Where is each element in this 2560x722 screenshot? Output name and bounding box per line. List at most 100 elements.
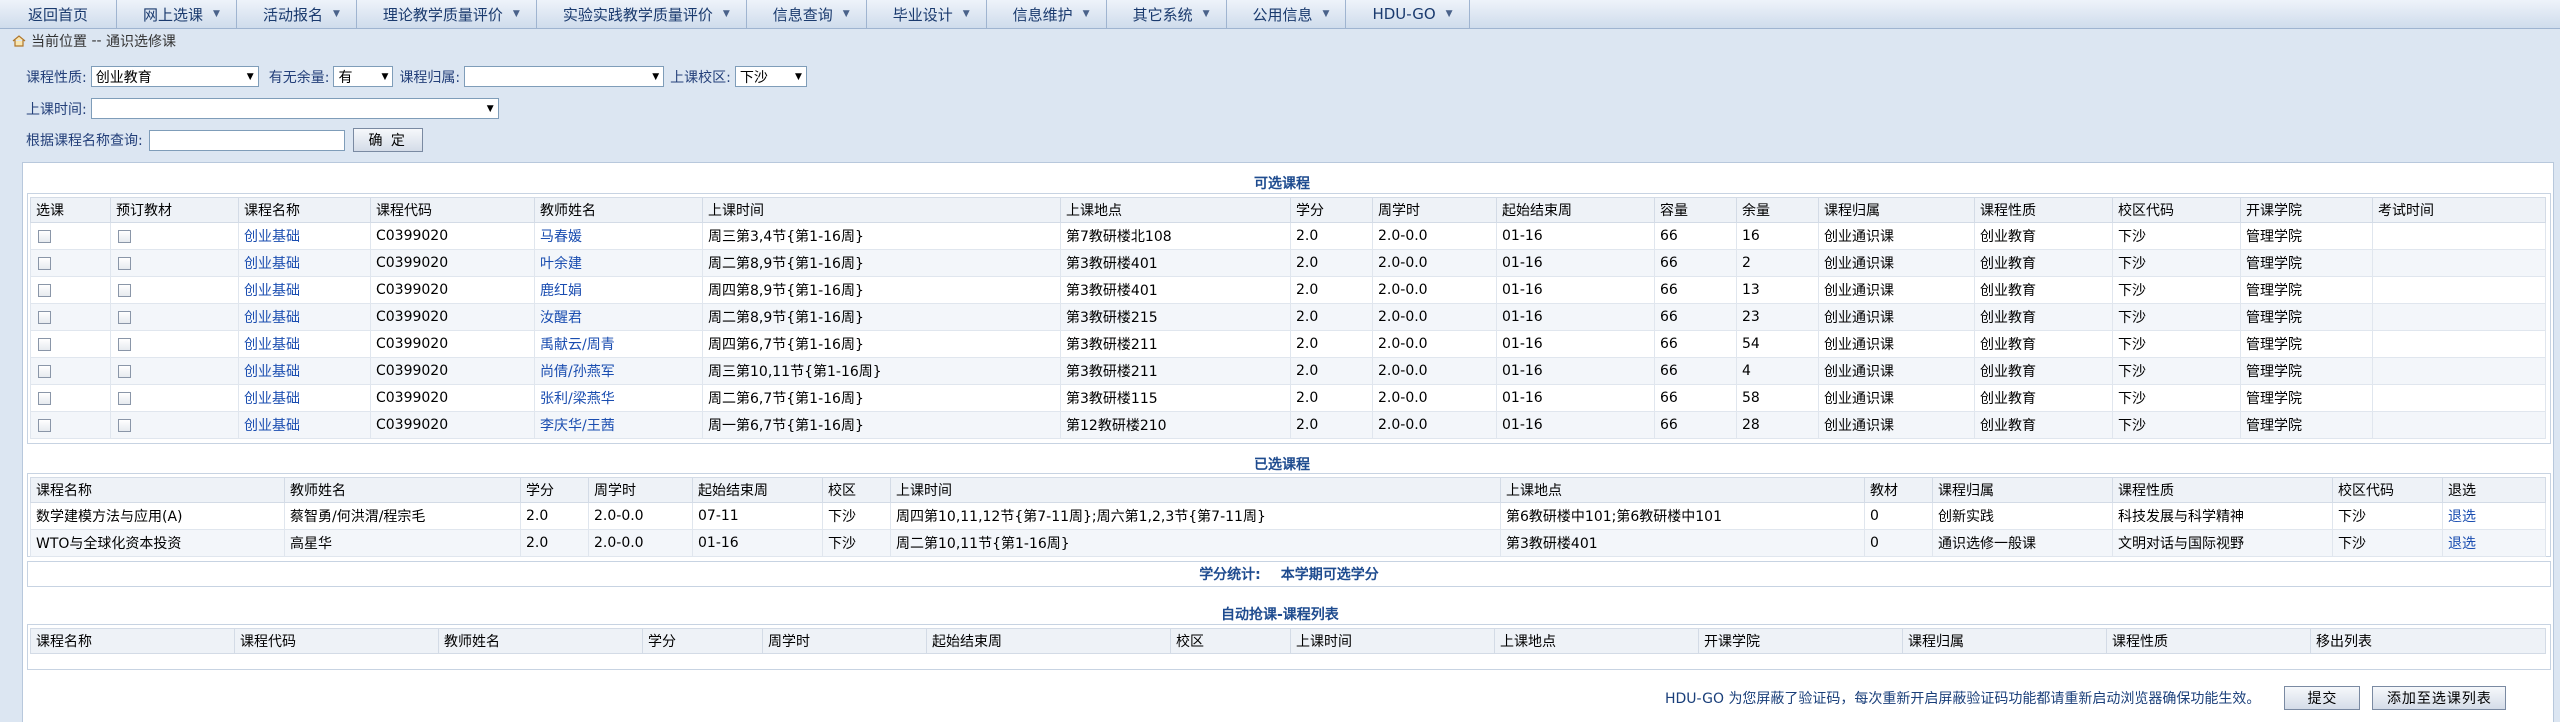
column-header: 课程名称	[30, 477, 285, 503]
chevron-down-icon: ▼	[213, 9, 220, 19]
order-textbook-checkbox[interactable]	[118, 418, 131, 432]
nav-item[interactable]: 信息查询 ▼	[747, 0, 867, 28]
teacher-link[interactable]: 禹献云/周青	[540, 337, 615, 353]
table-cell	[2372, 357, 2546, 385]
select-course-checkbox[interactable]	[38, 229, 51, 243]
table-cell: 66	[1654, 303, 1737, 331]
nav-item[interactable]: 返回首页	[0, 0, 118, 28]
drop-course-link[interactable]: 退选	[2448, 509, 2476, 525]
table-cell: 创新实践	[1932, 502, 2113, 530]
order-textbook-checkbox[interactable]	[118, 364, 131, 378]
nav-item[interactable]: 网上选课 ▼	[117, 0, 237, 28]
table-cell: C0399020	[370, 411, 535, 439]
teacher-link[interactable]: 叶余建	[540, 256, 582, 272]
campus-select[interactable]: 下沙 ▼	[734, 66, 807, 87]
table-cell: 管理学院	[2240, 249, 2373, 277]
order-textbook-checkbox[interactable]	[118, 283, 131, 297]
nav-item[interactable]: HDU-GO ▼	[1346, 0, 1470, 28]
column-header: 开课学院	[2240, 197, 2373, 223]
nav-label: 信息维护	[1012, 5, 1073, 24]
teacher-link[interactable]: 张利/梁燕华	[540, 391, 615, 407]
column-header: 容量	[1654, 197, 1737, 223]
select-course-checkbox[interactable]	[38, 283, 51, 297]
course-nature-label: 课程性质:	[26, 69, 87, 86]
column-header: 起始结束周	[692, 477, 823, 503]
course-name-link[interactable]: 创业基础	[244, 418, 300, 434]
table-cell: 高星华	[284, 529, 521, 557]
table-cell: 01-16	[1496, 303, 1655, 331]
nav-item[interactable]: 活动报名 ▼	[237, 0, 357, 28]
nav-item[interactable]: 信息维护 ▼	[987, 0, 1107, 28]
table-cell: 07-11	[692, 502, 823, 530]
drop-course-link[interactable]: 退选	[2448, 536, 2476, 552]
select-course-checkbox[interactable]	[38, 418, 51, 432]
course-name-link[interactable]: 创业基础	[244, 391, 300, 407]
course-nature-select[interactable]: 创业教育 ▼	[90, 66, 259, 87]
order-textbook-checkbox[interactable]	[118, 256, 131, 270]
nav-item[interactable]: 实验实践教学质量评价 ▼	[537, 0, 747, 28]
table-cell	[110, 249, 239, 277]
course-name-link[interactable]: 创业基础	[244, 256, 300, 272]
course-name-link[interactable]: 创业基础	[244, 310, 300, 326]
column-header: 课程代码	[234, 628, 439, 654]
column-header: 校区	[1170, 628, 1291, 654]
table-cell: 马春媛	[534, 222, 703, 250]
order-textbook-checkbox[interactable]	[118, 391, 131, 405]
teacher-link[interactable]: 汝醒君	[540, 310, 582, 326]
course-name-link[interactable]: 创业基础	[244, 229, 300, 245]
teacher-link[interactable]: 李庆华/王茜	[540, 418, 615, 434]
course-name-link[interactable]: 创业基础	[244, 364, 300, 380]
table-cell	[110, 411, 239, 439]
order-textbook-checkbox[interactable]	[118, 310, 131, 324]
table-cell: 叶余建	[534, 249, 703, 277]
table-cell: 创业基础	[238, 249, 371, 277]
table-cell: 2.0-0.0	[1372, 276, 1497, 304]
table-cell: 尚倩/孙燕军	[534, 357, 703, 385]
order-textbook-checkbox[interactable]	[118, 229, 131, 243]
teacher-link[interactable]: 尚倩/孙燕军	[540, 364, 615, 380]
table-cell	[2372, 411, 2546, 439]
order-textbook-checkbox[interactable]	[118, 337, 131, 351]
table-cell: 创业基础	[238, 276, 371, 304]
time-select[interactable]: ▼	[90, 98, 499, 119]
course-name-link[interactable]: 创业基础	[244, 337, 300, 353]
select-course-checkbox[interactable]	[38, 310, 51, 324]
table-row: 创业基础 C0399020 尚倩/孙燕军 周三第10,11节{第1-16周} 第3教研楼…	[30, 357, 2546, 385]
select-course-checkbox[interactable]	[38, 364, 51, 378]
table-cell	[30, 357, 111, 385]
table-cell	[110, 384, 239, 412]
column-header: 教师姓名	[284, 477, 521, 503]
confirm-button[interactable]: 确 定	[352, 128, 423, 152]
table-cell	[110, 303, 239, 331]
nav-item[interactable]: 公用信息 ▼	[1227, 0, 1347, 28]
table-cell: 管理学院	[2240, 303, 2373, 331]
column-header: 教师姓名	[534, 197, 703, 223]
submit-button[interactable]: 提交	[2284, 686, 2361, 710]
nav-item[interactable]: 理论教学质量评价 ▼	[357, 0, 537, 28]
teacher-link[interactable]: 鹿红娟	[540, 283, 582, 299]
select-course-checkbox[interactable]	[38, 391, 51, 405]
remaining-select[interactable]: 有 ▼	[333, 66, 394, 87]
category-select[interactable]: ▼	[464, 66, 665, 87]
table-cell: 创业基础	[238, 222, 371, 250]
table-cell: 2.0-0.0	[1372, 303, 1497, 331]
table-cell: 创业教育	[1974, 384, 2113, 412]
table-cell: 66	[1654, 357, 1737, 385]
table-cell	[30, 384, 111, 412]
table-row: 创业基础 C0399020 汝醒君 周二第8,9节{第1-16周} 第3教研楼215 2.…	[30, 303, 2546, 331]
table-cell: 0	[1864, 529, 1933, 557]
select-course-checkbox[interactable]	[38, 256, 51, 270]
course-name-input[interactable]	[148, 129, 345, 151]
teacher-link[interactable]: 马春媛	[540, 229, 582, 245]
course-name-link[interactable]: 创业基础	[244, 283, 300, 299]
nav-item[interactable]: 毕业设计 ▼	[867, 0, 987, 28]
table-cell: 创业通识课	[1818, 357, 1975, 385]
footer-bar: HDU-GO 为您屏蔽了验证码，每次重新开启屏蔽验证码功能都请重新启动浏览器确保…	[1665, 686, 2507, 710]
add-to-list-button[interactable]: 添加至选课列表	[2372, 686, 2507, 710]
table-row: WTO与全球化资本投资 高星华 2.0 2.0-0.0 01-16 下沙 周二第10,11节…	[30, 529, 2546, 557]
table-cell: 创业基础	[238, 303, 371, 331]
nav-item[interactable]: 其它系统 ▼	[1107, 0, 1227, 28]
table-cell: 下沙	[2112, 357, 2241, 385]
table-cell: 周二第6,7节{第1-16周}	[702, 384, 1061, 412]
select-course-checkbox[interactable]	[38, 337, 51, 351]
